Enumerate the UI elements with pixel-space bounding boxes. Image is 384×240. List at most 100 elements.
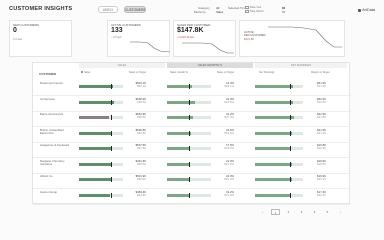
colgroup-sales-growth[interactable]: SALES GROWTH %: [167, 63, 253, 68]
cell-value: $523.1K €82.1K: [126, 81, 146, 89]
cell-value: 17.6% €24.5%: [214, 143, 235, 150]
bar-value: [255, 162, 292, 166]
cell-secondary: €82.1K: [137, 84, 146, 89]
cell-secondary: €86.5K: [137, 161, 146, 166]
cell-value: $21.5K €21.3K: [306, 128, 326, 135]
cell-value: $484.4K €93.9K: [126, 190, 146, 197]
customer-name[interactable]: Ad Services: [40, 97, 76, 101]
target-marker: [189, 115, 190, 120]
next-page-button[interactable]: ›: [336, 209, 345, 215]
customer-name[interactable]: Gadgetries & Keyboard: [40, 143, 76, 147]
cell-value: $507.5K €94.6K: [126, 143, 146, 150]
target-marker: [289, 130, 291, 136]
toggle-likely[interactable]: LIKELY: [98, 6, 118, 13]
page-button-5[interactable]: 5: [323, 209, 332, 215]
cell-value: $21.6K €21.3K: [306, 81, 326, 88]
kpi-sparkline: [182, 42, 234, 54]
colgroup-sales[interactable]: SALES: [79, 63, 165, 68]
brand-logo: ArtData: [358, 8, 375, 12]
page-button-4[interactable]: 4: [310, 209, 319, 215]
bar-value: [167, 178, 190, 181]
bar-value: [255, 131, 293, 135]
subhead-margin-vs-target[interactable]: Margin vs Target: [311, 70, 329, 75]
subhead-net-showings[interactable]: Net Showings: [259, 70, 274, 75]
customer-name[interactable]: Abbott Co: [40, 174, 76, 178]
cell-value: $526.8K €92.8K: [126, 128, 146, 135]
target-marker: [110, 146, 112, 151]
target-marker: [189, 99, 190, 105]
target-marker: [110, 161, 112, 167]
cell-value: $22.9K €21.8K: [306, 112, 326, 119]
target-marker: [110, 192, 112, 198]
bar-value: [255, 85, 294, 88]
subhead-sales-vs-target[interactable]: Sales vs Target: [129, 70, 146, 75]
customer-name[interactable]: Garnet Group: [40, 190, 76, 194]
cell-secondary: €20.1K: [317, 177, 326, 182]
table-row[interactable]: Ad Services $538.9K €98.5K 22.3% €19.6% $20.6…: [33, 96, 351, 112]
cell-value: $538.9K €98.5K: [126, 97, 146, 104]
target-marker: [289, 161, 291, 167]
subhead-growth-vs-target[interactable]: Sales vs Target: [217, 70, 234, 75]
page-button-1[interactable]: 1: [271, 209, 280, 215]
customer-name[interactable]: Barrie Accessories: [40, 112, 76, 116]
bar-value: [79, 131, 112, 135]
table-row[interactable]: Burton Unidentified Electronics $526.8K €9…: [33, 127, 351, 143]
bar-value: [79, 178, 112, 181]
filter-metric-label: Metric by: [194, 10, 206, 14]
table-row[interactable]: Margaret Chemistry Industries $491.5K €86.…: [33, 158, 351, 174]
toggle-customers[interactable]: CUSTOMERS: [124, 6, 146, 13]
cell-value: $563.9K €98.5K: [126, 112, 146, 119]
cell-secondary: €20.5K: [317, 99, 326, 104]
cell-value: 19.2% €21.9%: [214, 190, 235, 197]
table-row[interactable]: Garnet Group $484.4K €93.9K 19.2% €21.9% $17.…: [33, 189, 351, 205]
kpi-value: 0: [13, 27, 17, 34]
subhead-sales[interactable]: Sales: [81, 70, 90, 75]
table-row[interactable]: Abbott Co $501.9K €95.9K 22.0% €21.3% $19.9K €…: [33, 173, 351, 189]
page-button-2[interactable]: 2: [284, 209, 293, 215]
target-marker: [189, 177, 190, 182]
table-row[interactable]: Rosemont Imports $523.1K €82.1K 12.4% €23.1%…: [33, 80, 351, 96]
table-row[interactable]: Gadgetries & Keyboard $507.5K €94.6K 17.6% €…: [33, 142, 351, 158]
cell-value: $17.4K €20.2K: [306, 190, 326, 197]
target-marker: [189, 146, 190, 151]
page-title: CUSTOMER INSIGHTS: [9, 6, 73, 12]
target-marker: [289, 115, 291, 120]
cell-value: $16.8K €20.9K: [306, 143, 326, 150]
selected-time-label: Selected Time: [228, 6, 247, 10]
subhead-sales-growth[interactable]: Sales Growth %: [170, 70, 188, 75]
bar-value: [167, 85, 192, 88]
customer-column-header[interactable]: CUSTOMER: [39, 72, 56, 76]
bar-value: [167, 147, 189, 150]
cell-value: 22.3% €19.6%: [214, 97, 235, 104]
table-row[interactable]: Barrie Accessories $563.9K €98.5K 31.2% €37.…: [33, 111, 351, 127]
time-option-month-checkbox[interactable]: [245, 10, 249, 13]
page-button-3[interactable]: 3: [297, 209, 306, 215]
target-marker: [289, 84, 291, 89]
cell-secondary: €19.6%: [224, 99, 235, 104]
filter-metric-value[interactable]: Sales: [216, 10, 223, 14]
target-marker: [289, 177, 291, 182]
target-marker: [289, 146, 291, 151]
cell-value: $20.6K €20.5K: [306, 97, 326, 104]
cell-secondary: €98.5K: [137, 99, 146, 104]
customer-table: CUSTOMER SALES SALES GROWTH % NET SHOWIN…: [32, 62, 351, 205]
kpi-value: $147.8K: [177, 27, 204, 34]
customer-name[interactable]: Rosemont Imports: [40, 81, 76, 85]
cell-value: 21.0% €21.6%: [214, 159, 235, 166]
customer-name[interactable]: Burton Unidentified Electronics: [40, 128, 76, 136]
target-marker: [289, 99, 291, 105]
cell-secondary: €21.6%: [224, 161, 235, 166]
customer-name[interactable]: Margaret Chemistry Industries: [40, 159, 76, 167]
colgroup-net-showings[interactable]: NET SHOWINGS: [255, 63, 347, 68]
cell-secondary: €21.9%: [224, 192, 235, 197]
target-marker: [189, 161, 190, 167]
kpi-sales-per-customer: SALES PER CUSTOMER $147.8K + 6,020.32 la…: [173, 20, 236, 57]
bar-value: [167, 193, 189, 197]
time-option-year-checkbox[interactable]: [245, 6, 249, 9]
prev-page-button[interactable]: ‹: [258, 209, 267, 215]
kpi-new-customers: NEW CUSTOMERS 0 0 of last: [9, 20, 72, 57]
bar-value: [79, 100, 115, 104]
cell-value: 31.2% €37.4%: [214, 112, 235, 119]
target-text: ACTIVE PER CUSTOMER $147.8K: [244, 31, 266, 41]
bar-value: [255, 147, 291, 150]
